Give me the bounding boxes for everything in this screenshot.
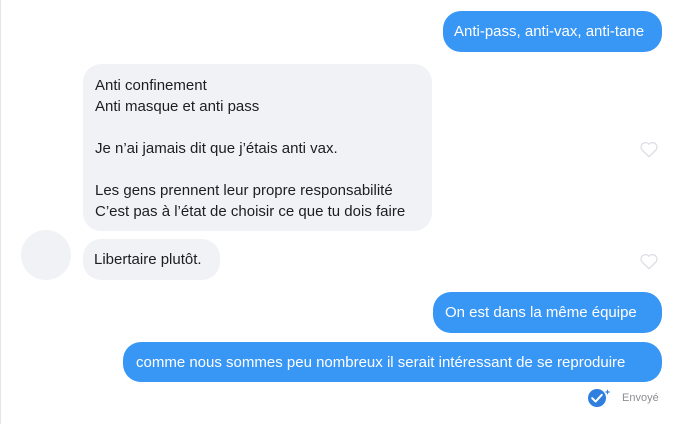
message-text: Anti confinement bbox=[95, 77, 207, 94]
pane-left-border bbox=[0, 0, 1, 424]
message-text: Les gens prennent leur propre responsabi… bbox=[95, 182, 393, 199]
message-text: C’est pas à l’état de choisir ce que tu … bbox=[95, 203, 406, 220]
message-text: comme nous sommes peu nombreux il serait… bbox=[136, 354, 626, 371]
heart-outline-icon[interactable] bbox=[639, 252, 659, 270]
status-label: Envoyé bbox=[622, 392, 659, 404]
avatar[interactable] bbox=[21, 230, 71, 280]
heart-outline-icon[interactable] bbox=[639, 140, 659, 158]
incoming-message[interactable]: Anti confinement Anti masque et anti pas… bbox=[83, 64, 432, 231]
message-status: Envoyé bbox=[587, 387, 659, 409]
message-text: Anti-pass, anti-vax, anti-tane bbox=[454, 23, 645, 40]
message-text: Libertaire plutôt. bbox=[94, 251, 202, 268]
incoming-message[interactable]: Libertaire plutôt. bbox=[83, 239, 220, 280]
outgoing-message[interactable]: On est dans la même équipe bbox=[433, 292, 662, 333]
message-text: Je n’ai jamais dit que j’étais anti vax. bbox=[95, 140, 338, 157]
sent-check-icon bbox=[588, 389, 611, 407]
message-text: Anti masque et anti pass bbox=[95, 98, 260, 115]
outgoing-message[interactable]: Anti-pass, anti-vax, anti-tane bbox=[443, 11, 662, 52]
outgoing-message[interactable]: comme nous sommes peu nombreux il serait… bbox=[123, 342, 662, 382]
message-text: On est dans la même équipe bbox=[445, 304, 637, 321]
